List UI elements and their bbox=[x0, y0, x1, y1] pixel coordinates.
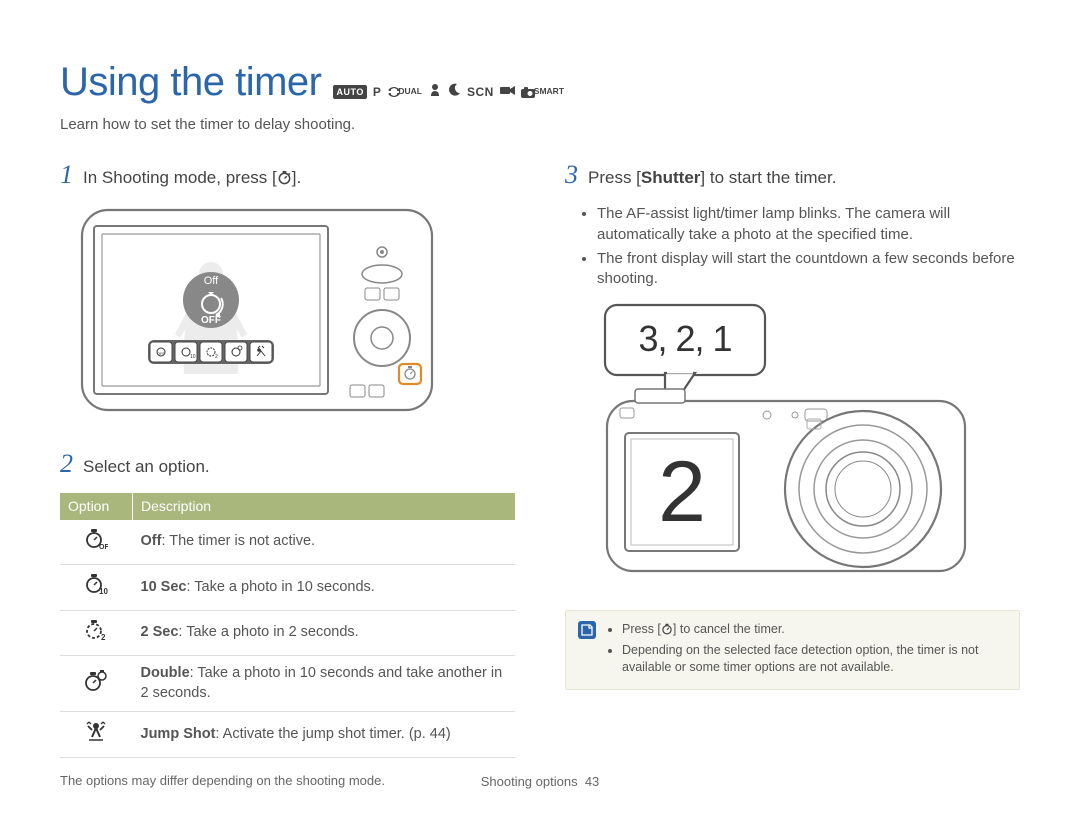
bullet-item: The front display will start the countdo… bbox=[597, 249, 1020, 290]
note-icon bbox=[578, 621, 596, 639]
page-subtitle: Learn how to set the timer to delay shoo… bbox=[60, 115, 1020, 135]
mode-smart-icon: SMART bbox=[521, 86, 564, 97]
mode-icon-strip: AUTO P DUAL SCN SMART bbox=[333, 83, 564, 102]
note-item: Depending on the selected face detection… bbox=[622, 642, 1007, 676]
table-row: Double: Take a photo in 10 seconds and t… bbox=[60, 656, 515, 712]
note-box: Press [] to cancel the timer. Depending … bbox=[565, 610, 1020, 691]
mode-beauty-icon bbox=[428, 83, 442, 102]
table-row: Jump Shot: Activate the jump shot timer.… bbox=[60, 712, 515, 758]
opt-icon-off: OFF bbox=[60, 520, 133, 565]
note-item: Press [] to cancel the timer. bbox=[622, 621, 1007, 640]
camera-back-figure: Off OFF OFF 10 bbox=[80, 204, 515, 425]
camera-front-figure: 3, 2, 1 2 bbox=[585, 303, 1020, 589]
mode-dual-icon: DUAL bbox=[387, 86, 422, 98]
th-description: Description bbox=[133, 493, 516, 520]
svg-text:2: 2 bbox=[215, 354, 218, 360]
timer-icon bbox=[277, 169, 292, 192]
front-display-number: 2 bbox=[658, 444, 706, 540]
opt-icon-jump bbox=[60, 712, 133, 758]
svg-text:OFF: OFF bbox=[157, 351, 166, 356]
right-column: 3 Press [Shutter] to start the timer. Th… bbox=[565, 157, 1020, 789]
step-2-text: Select an option. bbox=[83, 456, 210, 479]
page-footer: Shooting options 43 bbox=[0, 773, 1080, 791]
countdown-speech: 3, 2, 1 bbox=[638, 318, 731, 359]
table-row: 2 2 Sec: Take a photo in 2 seconds. bbox=[60, 610, 515, 656]
options-table: Option Description OFF Off: The timer is… bbox=[60, 493, 515, 758]
th-option: Option bbox=[60, 493, 133, 520]
step-1: 1 In Shooting mode, press []. bbox=[60, 157, 515, 192]
page-title: Using the timer bbox=[60, 55, 321, 109]
svg-text:10: 10 bbox=[190, 354, 196, 360]
step-3-text: Press [Shutter] to start the timer. bbox=[588, 167, 836, 190]
table-header-row: Option Description bbox=[60, 493, 515, 520]
mode-scn-icon: SCN bbox=[467, 84, 494, 100]
step-2-number: 2 bbox=[60, 446, 73, 481]
content-columns: 1 In Shooting mode, press []. O bbox=[60, 157, 1020, 789]
title-row: Using the timer AUTO P DUAL SCN SMART bbox=[60, 55, 1020, 109]
bullet-item: The AF-assist light/timer lamp blinks. T… bbox=[597, 204, 1020, 245]
svg-text:OFF: OFF bbox=[201, 315, 221, 326]
off-label-small: Off bbox=[204, 275, 219, 287]
mode-p-icon: P bbox=[373, 84, 382, 100]
step-1-text: In Shooting mode, press []. bbox=[83, 167, 301, 192]
svg-text:2: 2 bbox=[101, 633, 106, 641]
mode-night-icon bbox=[448, 83, 461, 101]
mode-movie-icon bbox=[500, 83, 515, 101]
opt-icon-10sec: 10 bbox=[60, 565, 133, 611]
step-3: 3 Press [Shutter] to start the timer. bbox=[565, 157, 1020, 192]
table-row: OFF Off: The timer is not active. bbox=[60, 520, 515, 565]
step-3-number: 3 bbox=[565, 157, 578, 192]
svg-text:10: 10 bbox=[99, 587, 108, 595]
left-column: 1 In Shooting mode, press []. O bbox=[60, 157, 515, 789]
note-list: Press [] to cancel the timer. Depending … bbox=[606, 621, 1007, 680]
opt-icon-double bbox=[60, 656, 133, 712]
mode-auto-icon: AUTO bbox=[333, 85, 366, 99]
step-2: 2 Select an option. bbox=[60, 446, 515, 481]
table-row: 10 10 Sec: Take a photo in 10 seconds. bbox=[60, 565, 515, 611]
step-1-number: 1 bbox=[60, 157, 73, 192]
timer-icon bbox=[661, 623, 673, 640]
step-3-bullets: The AF-assist light/timer lamp blinks. T… bbox=[565, 204, 1020, 289]
opt-icon-2sec: 2 bbox=[60, 610, 133, 656]
svg-text:OFF: OFF bbox=[99, 544, 108, 550]
